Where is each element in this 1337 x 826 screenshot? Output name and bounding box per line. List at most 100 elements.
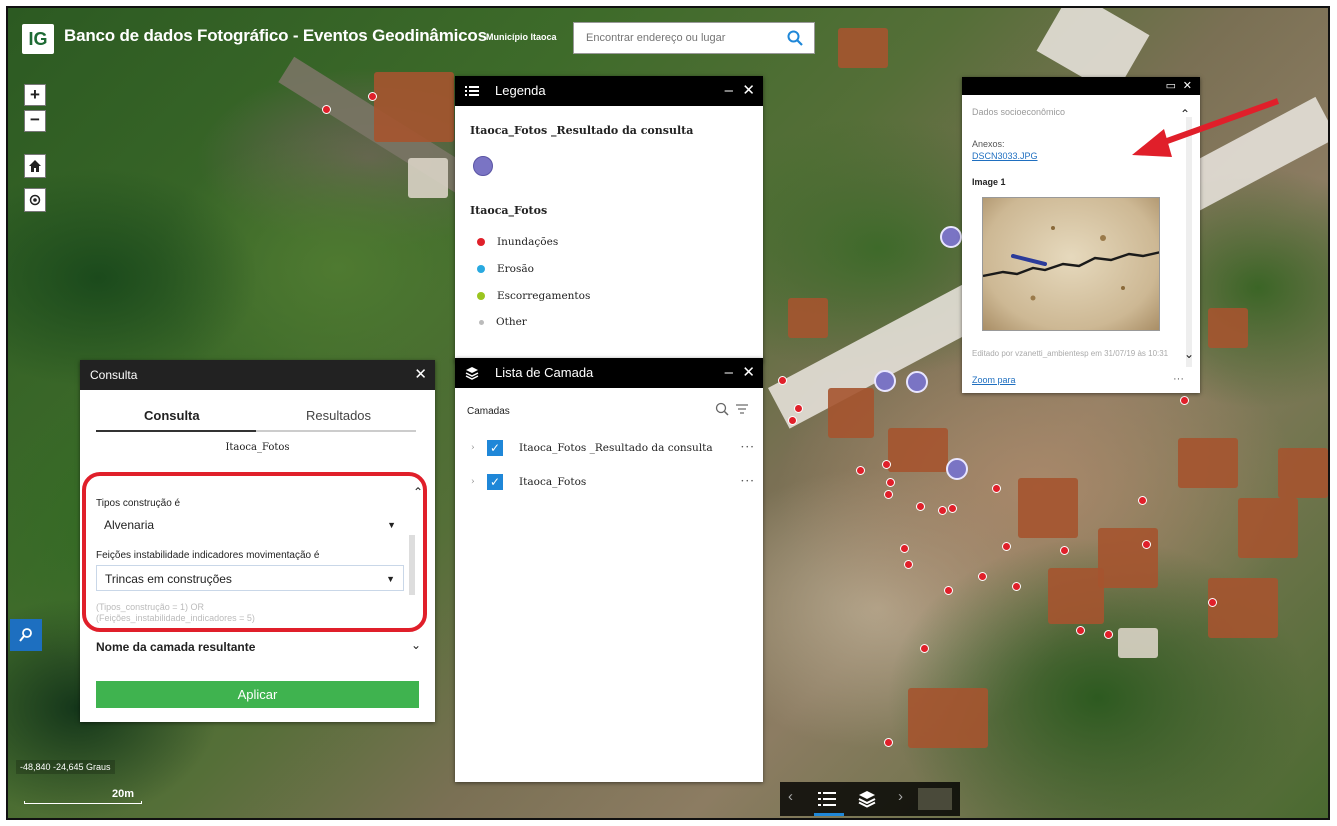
edit-info-text: Editado por vzanetti_ambientesp em 31/07…: [972, 349, 1169, 358]
locate-button[interactable]: [24, 188, 46, 212]
layer-visibility-checkbox[interactable]: ✓: [487, 474, 503, 490]
layers-icon: [465, 367, 479, 380]
legend-titlebar[interactable]: Legenda – ✕: [455, 76, 763, 106]
legend-item: Inundações: [477, 236, 558, 248]
layer-row[interactable]: › ✓ Itaoca_Fotos _Resultado da consulta …: [471, 440, 755, 460]
map-building: [1178, 438, 1238, 488]
attachment-photo[interactable]: [982, 197, 1160, 331]
map-point-inundacao[interactable]: [1002, 542, 1011, 551]
legend-item: Escorregamentos: [477, 290, 590, 302]
map-point-inundacao[interactable]: [1060, 546, 1069, 555]
layer-visibility-checkbox[interactable]: ✓: [487, 440, 503, 456]
map-point-inundacao[interactable]: [948, 504, 957, 513]
chevron-right-icon[interactable]: ›: [898, 788, 903, 805]
map-point-inundacao[interactable]: [322, 105, 331, 114]
search-input[interactable]: [574, 23, 774, 53]
home-button[interactable]: [24, 154, 46, 178]
list-icon: [465, 86, 479, 96]
layer-name: Itaoca_Fotos: [519, 476, 587, 488]
legend-swatch: [477, 265, 485, 273]
close-icon[interactable]: ✕: [1183, 77, 1192, 95]
query-titlebar[interactable]: Consulta ✕: [80, 360, 435, 390]
chevron-down-icon[interactable]: ⌄: [1184, 347, 1194, 361]
bottom-toolbar: ‹ ›: [780, 782, 960, 816]
map-point-inundacao[interactable]: [886, 478, 895, 487]
scale-bar: 20m: [24, 788, 142, 806]
basemap-thumbnail[interactable]: [918, 788, 952, 810]
map-point-inundacao[interactable]: [992, 484, 1001, 493]
map-point-inundacao[interactable]: [1104, 630, 1113, 639]
chevron-down-icon[interactable]: ⌄: [411, 638, 421, 652]
map-point-inundacao[interactable]: [1142, 540, 1151, 549]
layer-row[interactable]: › ✓ Itaoca_Fotos ···: [471, 474, 755, 494]
chevron-left-icon[interactable]: ‹: [788, 788, 793, 805]
map-point-query-result[interactable]: [946, 458, 968, 480]
map-point-inundacao[interactable]: [938, 506, 947, 515]
map-point-inundacao[interactable]: [904, 560, 913, 569]
map-point-inundacao[interactable]: [368, 92, 377, 101]
legend-swatch: [477, 292, 485, 300]
legend-title: Legenda: [495, 83, 546, 98]
map-point-inundacao[interactable]: [884, 490, 893, 499]
map-point-inundacao[interactable]: [778, 376, 787, 385]
tab-resultados[interactable]: Resultados: [306, 408, 371, 423]
map-point-inundacao[interactable]: [944, 586, 953, 595]
map-point-inundacao[interactable]: [916, 502, 925, 511]
search-icon[interactable]: [715, 402, 729, 416]
map-point-inundacao[interactable]: [1180, 396, 1189, 405]
close-icon[interactable]: ✕: [742, 76, 755, 106]
map-building: [1048, 568, 1104, 624]
map-point-inundacao[interactable]: [900, 544, 909, 553]
scale-bar-label: 20m: [112, 788, 135, 800]
map-point-inundacao[interactable]: [882, 460, 891, 469]
attachments-label: Anexos:: [972, 139, 1005, 149]
layers-icon[interactable]: [858, 790, 876, 808]
minimize-icon[interactable]: –: [725, 76, 733, 106]
popup-field-text: Dados socioeconômico: [972, 107, 1066, 117]
tab-consulta[interactable]: Consulta: [144, 408, 200, 423]
search-icon[interactable]: [786, 29, 804, 47]
layers-label: Camadas: [467, 406, 510, 417]
legend-layer-title: Itaoca_Fotos _Resultado da consulta: [470, 124, 694, 137]
map-point-query-result[interactable]: [940, 226, 962, 248]
municipality-label: Município Itaoca: [486, 32, 557, 42]
legend-layer-title: Itaoca_Fotos: [470, 204, 548, 217]
zoom-out-button[interactable]: −: [24, 110, 46, 132]
map-point-inundacao[interactable]: [794, 404, 803, 413]
minimize-icon[interactable]: –: [725, 358, 733, 388]
map-point-inundacao[interactable]: [1012, 582, 1021, 591]
map-point-inundacao[interactable]: [1208, 598, 1217, 607]
attachment-link[interactable]: DSCN3033.JPG: [972, 151, 1038, 161]
map-point-inundacao[interactable]: [884, 738, 893, 747]
close-icon[interactable]: ✕: [414, 360, 427, 390]
map-building: [1098, 528, 1158, 588]
coordinates-readout: -48,840 -24,645 Graus: [16, 760, 115, 774]
map-building: [828, 388, 874, 438]
expand-arrow-icon[interactable]: ›: [471, 443, 475, 453]
zoom-to-link[interactable]: Zoom para: [972, 375, 1016, 385]
map-point-inundacao[interactable]: [788, 416, 797, 425]
map-point-inundacao[interactable]: [920, 644, 929, 653]
maximize-icon[interactable]: ▭: [1166, 77, 1176, 95]
map-point-inundacao[interactable]: [856, 466, 865, 475]
expand-arrow-icon[interactable]: ›: [471, 477, 475, 487]
query-widget-button[interactable]: [10, 619, 42, 651]
more-options-icon[interactable]: ···: [1173, 373, 1184, 385]
map-point-inundacao[interactable]: [1138, 496, 1147, 505]
layer-list-titlebar[interactable]: Lista de Camada – ✕: [455, 358, 763, 388]
apply-button[interactable]: Aplicar: [96, 681, 419, 708]
active-tool-indicator: [814, 813, 844, 816]
more-options-icon[interactable]: ···: [741, 474, 755, 488]
filter-icon[interactable]: [735, 402, 749, 416]
result-layer-name-label[interactable]: Nome da camada resultante: [96, 640, 255, 654]
close-icon[interactable]: ✕: [742, 358, 755, 388]
zoom-in-button[interactable]: +: [24, 84, 46, 106]
more-options-icon[interactable]: ···: [741, 440, 755, 454]
map-point-inundacao[interactable]: [1076, 626, 1085, 635]
map-point-query-result[interactable]: [874, 370, 896, 392]
search-box[interactable]: [573, 22, 815, 54]
legend-list-icon[interactable]: [818, 791, 836, 807]
map-point-inundacao[interactable]: [978, 572, 987, 581]
legend-swatch: [477, 238, 485, 246]
map-point-query-result[interactable]: [906, 371, 928, 393]
